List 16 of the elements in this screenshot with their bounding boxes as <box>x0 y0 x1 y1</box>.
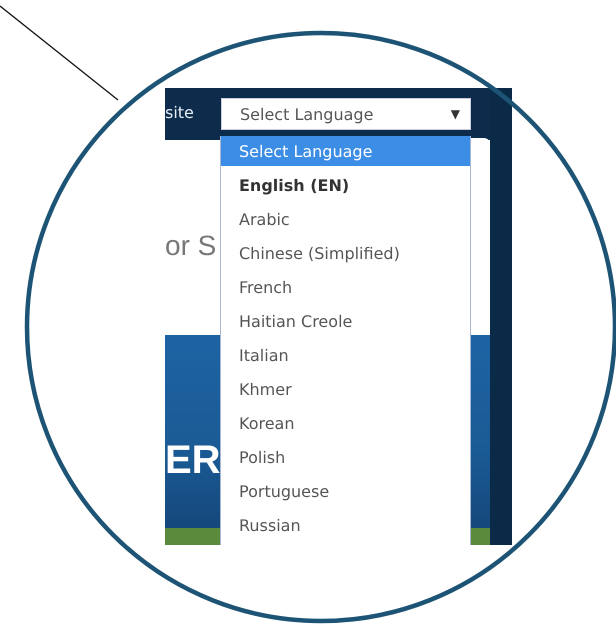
dropdown-arrow-icon: ▼ <box>450 107 460 121</box>
language-dropdown[interactable]: Select Language ▼ <box>221 98 471 130</box>
dropdown-option[interactable]: Italian <box>221 338 470 372</box>
nav-link[interactable]: site <box>165 103 194 122</box>
page-heading: or S <box>165 230 216 262</box>
dropdown-option[interactable]: Portuguese <box>221 474 470 508</box>
dropdown-option[interactable]: Russian <box>221 508 470 542</box>
dropdown-option[interactable]: Chinese (Simplified) <box>221 236 470 270</box>
dropdown-option[interactable]: Korean <box>221 406 470 440</box>
banner-heading: ER <box>165 440 221 480</box>
dropdown-option[interactable]: French <box>221 270 470 304</box>
dropdown-option[interactable]: Polish <box>221 440 470 474</box>
dropdown-option[interactable]: English (EN) <box>221 168 470 202</box>
dropdown-option[interactable]: Arabic <box>221 202 470 236</box>
dropdown-option[interactable]: Khmer <box>221 372 470 406</box>
dropdown-option[interactable]: Haitian Creole <box>221 304 470 338</box>
